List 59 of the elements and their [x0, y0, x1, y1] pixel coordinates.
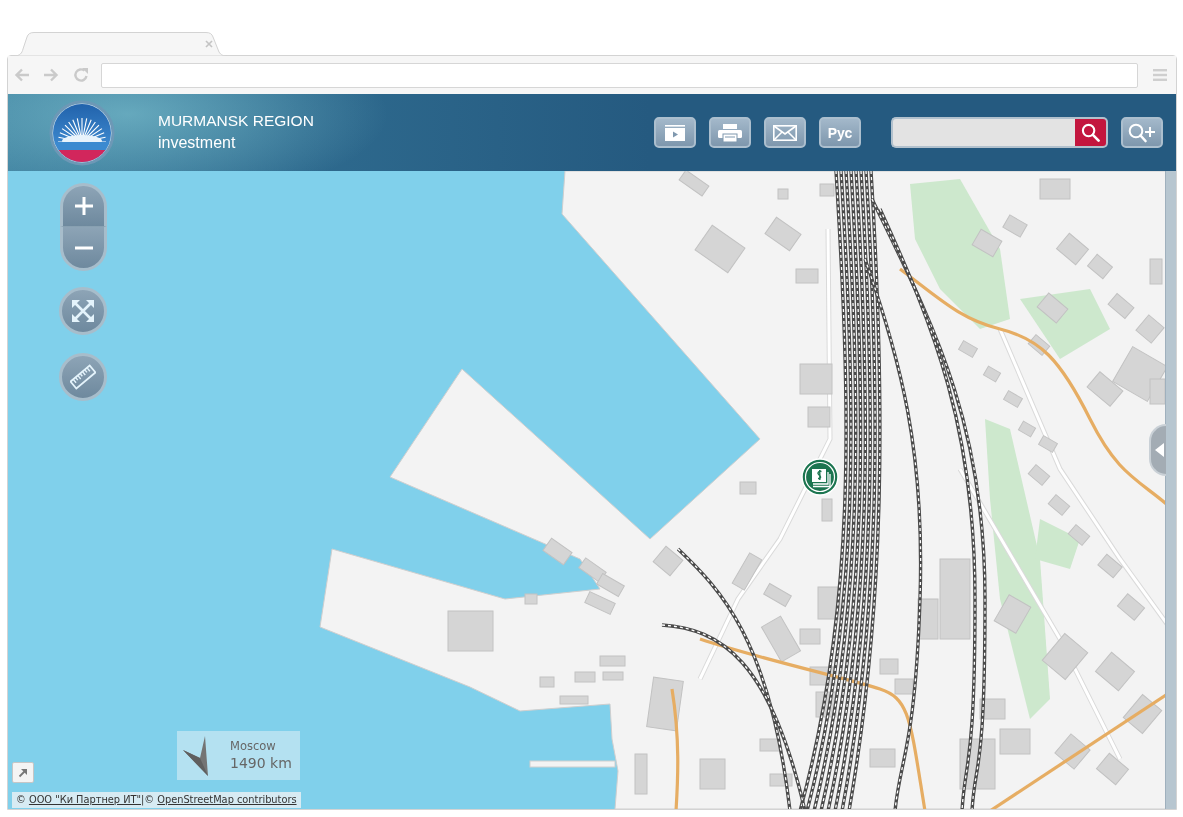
- building: [739, 481, 757, 495]
- reload-icon[interactable]: [73, 67, 89, 83]
- building: [999, 728, 1031, 755]
- city-name: Moscow: [230, 738, 277, 754]
- building: [777, 188, 789, 200]
- minus-icon: [74, 245, 93, 250]
- building: [539, 676, 555, 688]
- building: [646, 676, 684, 732]
- print-button[interactable]: [709, 117, 751, 148]
- building: [1027, 334, 1051, 356]
- plus-icon: [74, 197, 93, 215]
- close-icon[interactable]: [205, 40, 213, 48]
- building: [819, 183, 835, 197]
- building: [799, 363, 833, 395]
- pointer-arrow-icon: [183, 735, 209, 776]
- left-triangle-icon: [1155, 443, 1164, 457]
- building: [795, 268, 819, 284]
- building: [807, 406, 831, 428]
- distance-text: 1490 km: [230, 754, 292, 773]
- site-subtitle: investment: [158, 132, 237, 153]
- building: [1003, 390, 1023, 408]
- building: [699, 758, 726, 790]
- building: [1149, 258, 1163, 285]
- building: [599, 655, 626, 667]
- building: [759, 738, 781, 752]
- building: [602, 671, 624, 681]
- site-title: MURMANSK REGION: [158, 110, 314, 131]
- attribution-link[interactable]: OpenStreetMap contributors: [157, 794, 297, 805]
- building: [584, 591, 616, 615]
- building: [524, 593, 538, 605]
- back-arrow-icon[interactable]: [14, 68, 30, 82]
- expand-arrows-icon: [72, 300, 94, 322]
- building: [879, 658, 899, 675]
- printer-icon: [718, 123, 742, 142]
- building: [894, 678, 914, 695]
- ruler-icon: [70, 364, 96, 390]
- building: [1039, 178, 1071, 200]
- slideshow-button[interactable]: [654, 117, 696, 148]
- play-screen-icon: [665, 124, 685, 141]
- building: [447, 610, 494, 652]
- banknote-marker-icon[interactable]: [801, 458, 839, 496]
- building: [559, 695, 589, 705]
- mail-button[interactable]: [764, 117, 806, 148]
- building: [634, 753, 648, 795]
- forward-arrow-icon[interactable]: [43, 68, 59, 82]
- expand-button[interactable]: [12, 762, 34, 783]
- envelope-icon: [773, 124, 797, 141]
- building: [1038, 435, 1058, 453]
- building: [869, 748, 896, 768]
- attribution-link[interactable]: ООО "Ки Партнер ИТ": [28, 794, 141, 805]
- advanced-search-button[interactable]: [1121, 117, 1163, 148]
- address-field[interactable]: [101, 62, 1138, 88]
- building: [574, 671, 596, 683]
- building: [821, 498, 833, 522]
- magnifier-plus-icon: [1128, 122, 1156, 143]
- zoom-out-button[interactable]: [60, 227, 107, 271]
- diagonal-arrow-icon: [18, 767, 28, 778]
- attribution-text: © ООО "Ки Партнер ИТ"|© OpenStreetMap contributors: [12, 792, 301, 808]
- region-logo-icon[interactable]: [49, 99, 115, 166]
